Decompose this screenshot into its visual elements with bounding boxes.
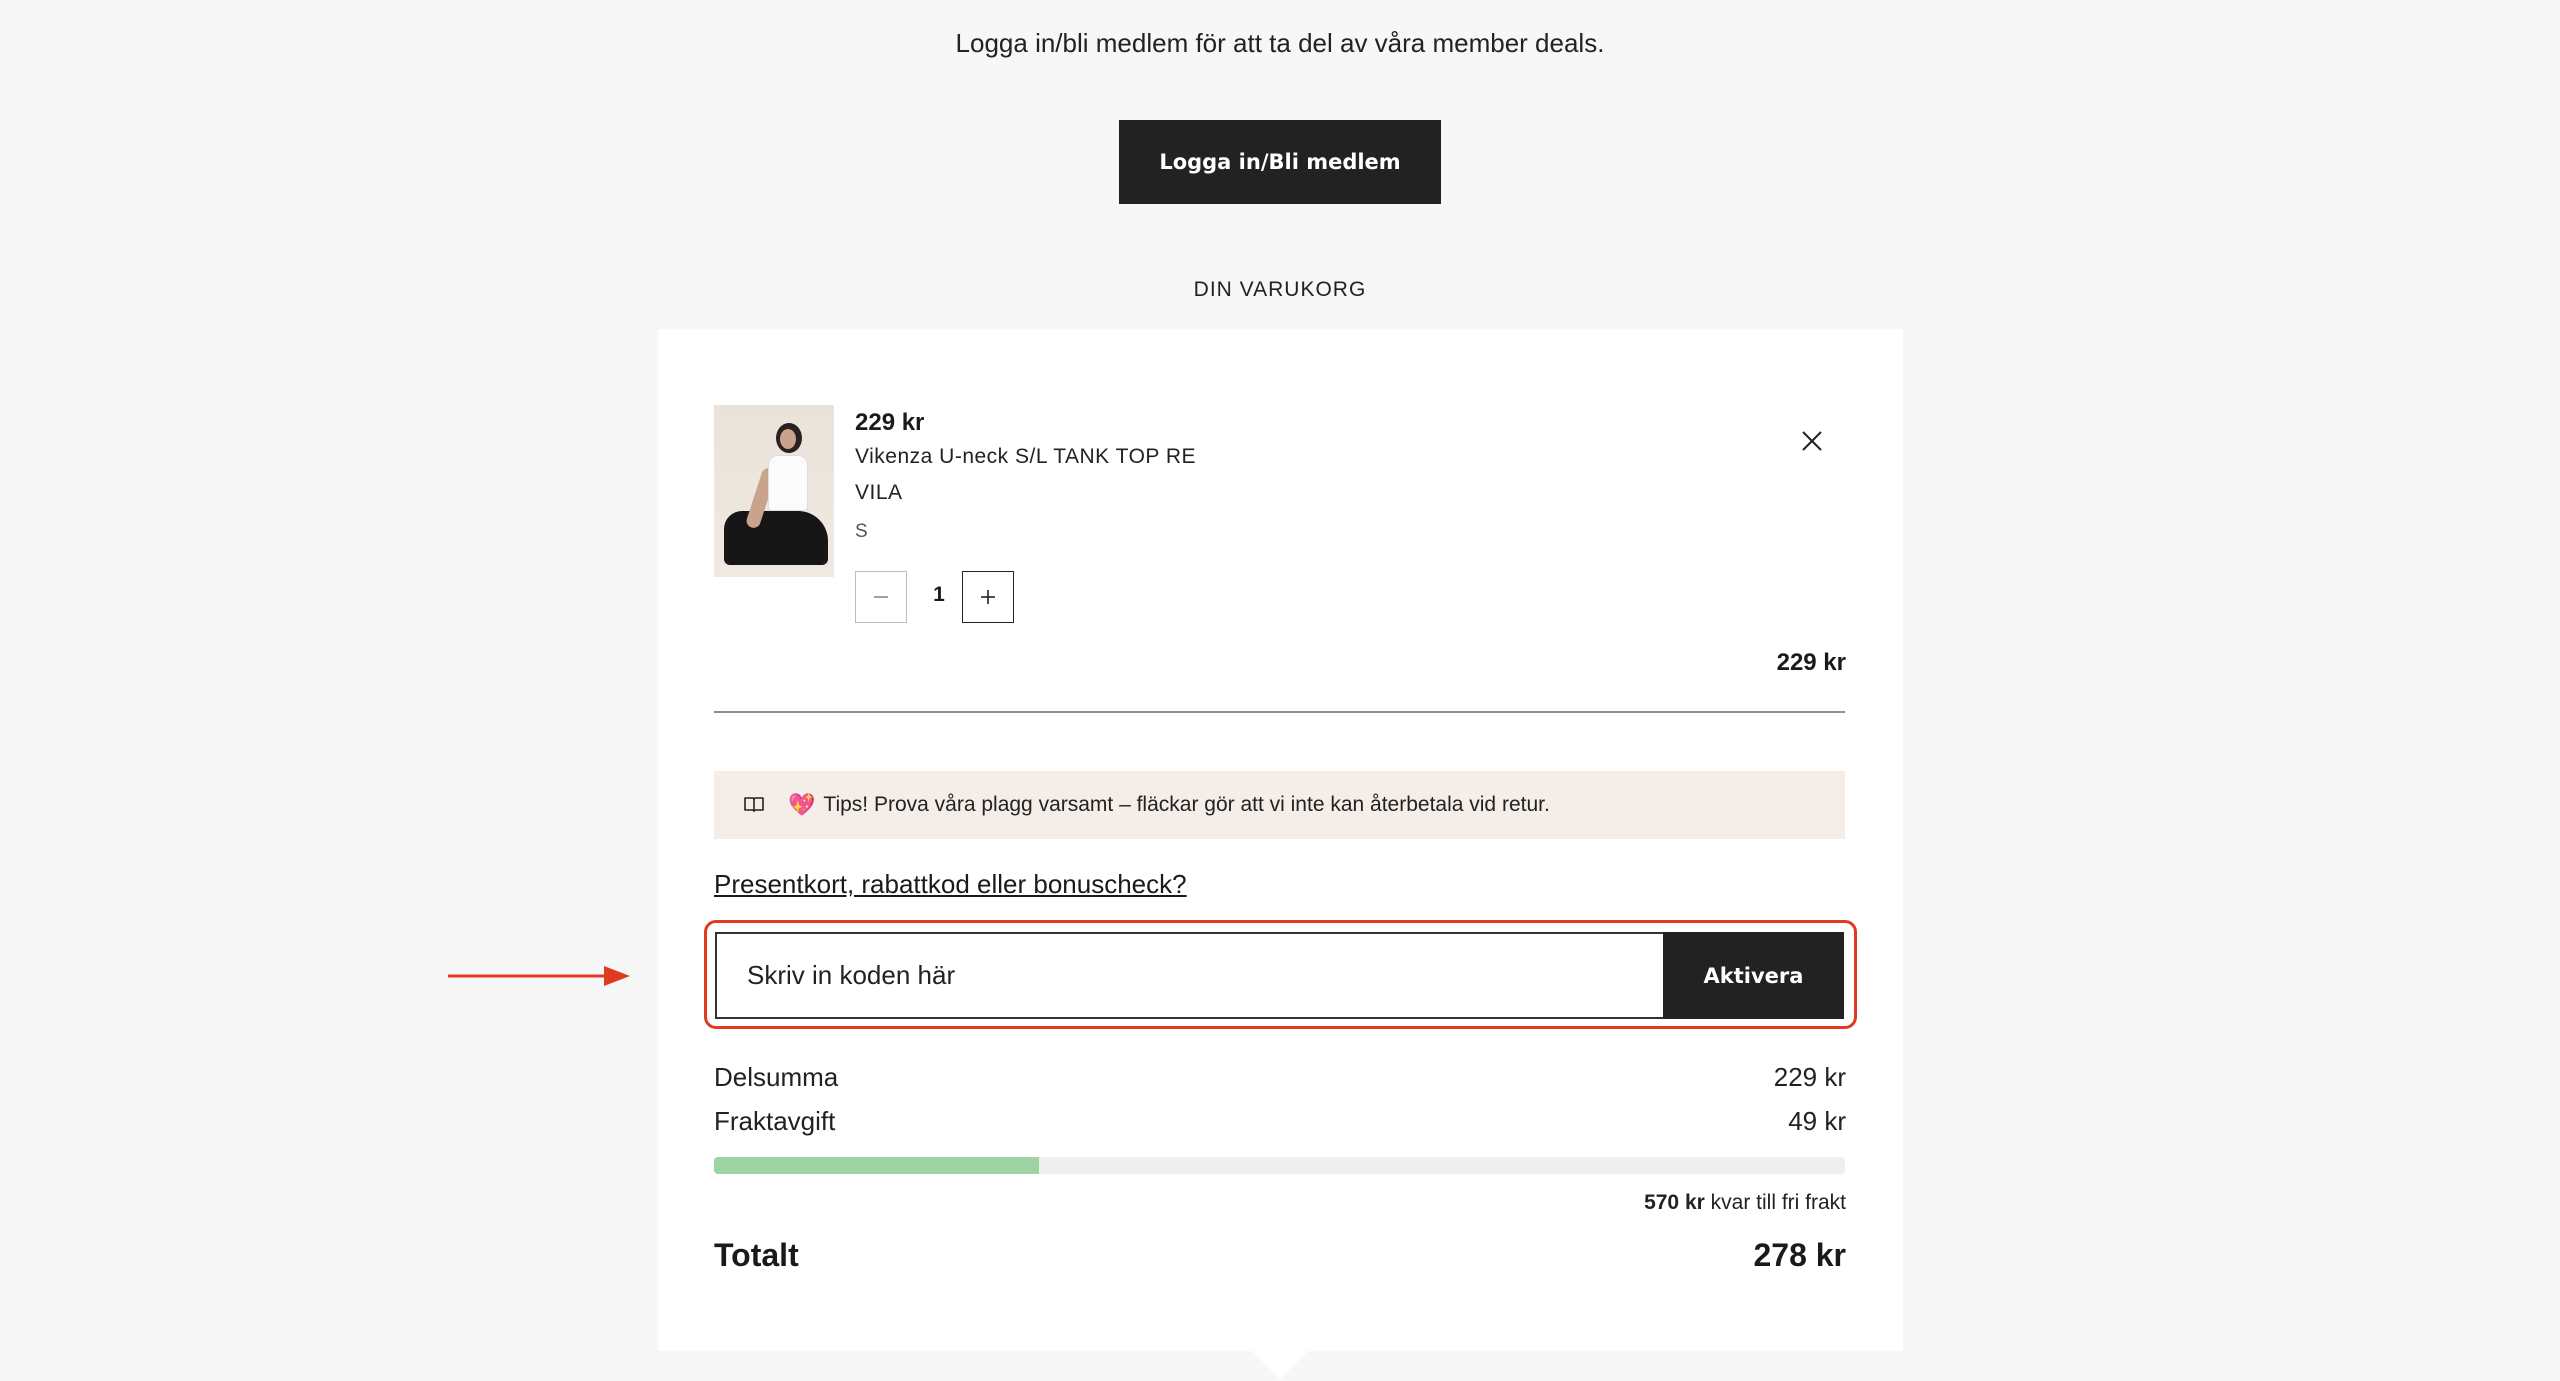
quantity-increase-button[interactable] xyxy=(962,571,1014,623)
panel-notch xyxy=(1248,1347,1312,1379)
free-shipping-progress-fill xyxy=(714,1157,1039,1174)
item-brand: VILA xyxy=(855,481,903,504)
item-divider xyxy=(714,711,1845,713)
page: Logga in/bli medlem för att ta del av vå… xyxy=(0,0,2560,1381)
plus-icon xyxy=(981,590,995,604)
product-photo-face xyxy=(780,429,796,449)
subtotal-value: 229 kr xyxy=(1773,1062,1846,1092)
item-line-total: 229 kr xyxy=(1776,649,1846,676)
free-shipping-amount: 570 kr xyxy=(1644,1191,1705,1214)
subtotal-label: Delsumma xyxy=(714,1062,839,1092)
free-shipping-progress xyxy=(714,1157,1845,1174)
product-photo-top xyxy=(768,455,808,511)
discount-code-input[interactable] xyxy=(715,932,1663,1019)
book-icon xyxy=(742,793,766,817)
heart-icon: 💖 xyxy=(788,792,816,817)
item-name[interactable]: Vikenza U-neck S/L TANK TOP RE xyxy=(855,445,1196,469)
arrow-right-icon xyxy=(448,966,630,986)
free-shipping-remaining: 570 kr kvar till fri frakt xyxy=(1644,1191,1846,1215)
close-icon xyxy=(1802,431,1822,451)
free-shipping-text: kvar till fri frakt xyxy=(1704,1191,1846,1214)
quantity-decrease-button[interactable] xyxy=(855,571,907,623)
member-deals-text: Logga in/bli medlem för att ta del av vå… xyxy=(955,28,1605,58)
quantity-value: 1 xyxy=(933,583,945,606)
remove-item-button[interactable] xyxy=(1788,417,1836,465)
gift-card-code-link[interactable]: Presentkort, rabattkod eller bonuscheck? xyxy=(714,869,1187,900)
cart-panel: 229 kr Vikenza U-neck S/L TANK TOP RE VI… xyxy=(658,329,1903,1351)
activate-code-button[interactable]: Aktivera xyxy=(1663,932,1844,1019)
item-size: S xyxy=(855,521,868,542)
cart-heading: DIN VARUKORG xyxy=(1193,278,1367,301)
login-member-button[interactable]: Logga in/Bli medlem xyxy=(1119,120,1441,204)
total-label: Totalt xyxy=(714,1237,799,1273)
minus-icon xyxy=(874,596,888,598)
total-value: 278 kr xyxy=(1753,1237,1846,1273)
shipping-label: Fraktavgift xyxy=(714,1106,836,1136)
tip-banner: 💖 Tips! Prova våra plagg varsamt – fläck… xyxy=(714,771,1845,839)
item-price: 229 kr xyxy=(855,409,925,436)
product-photo-skirt xyxy=(724,511,828,565)
product-image[interactable] xyxy=(714,405,834,577)
shipping-value: 49 kr xyxy=(1788,1106,1846,1136)
tip-text: Tips! Prova våra plagg varsamt – fläckar… xyxy=(823,793,1550,816)
